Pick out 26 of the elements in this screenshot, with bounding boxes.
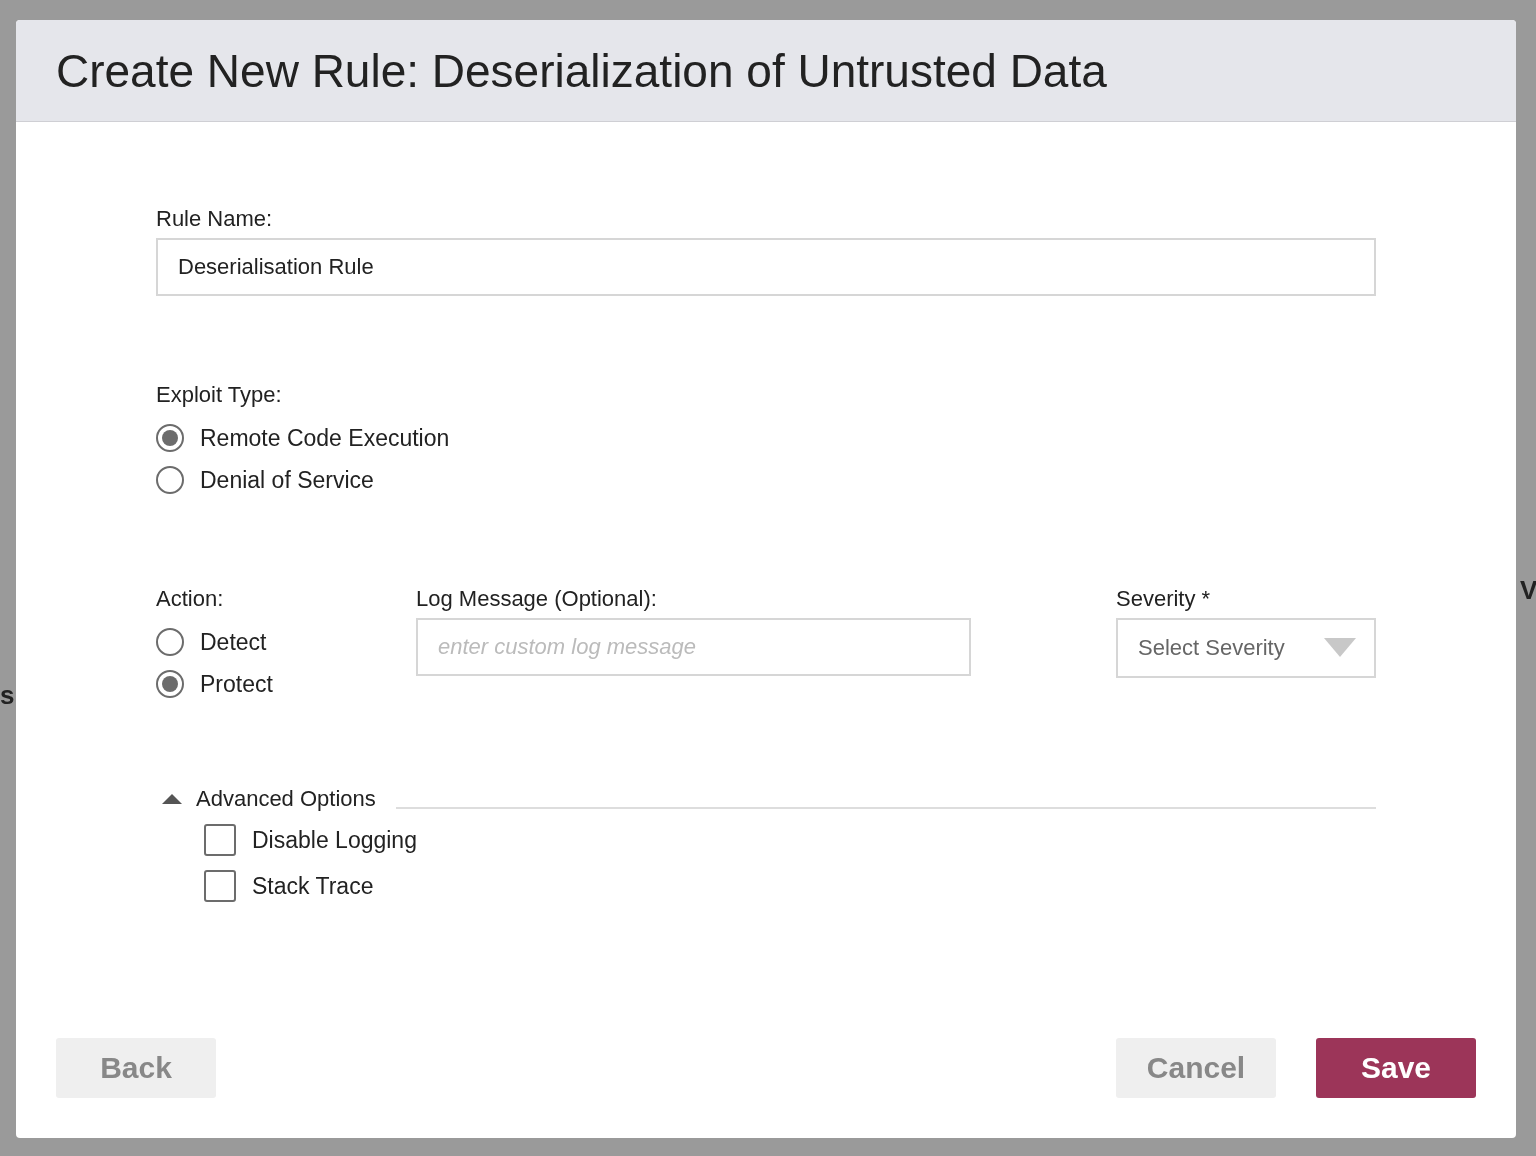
radio-label[interactable]: Denial of Service <box>200 466 374 494</box>
radio-label[interactable]: Detect <box>200 628 267 656</box>
checkbox-label[interactable]: Disable Logging <box>252 826 417 854</box>
radio-button[interactable] <box>156 628 184 656</box>
radio-label[interactable]: Protect <box>200 670 273 698</box>
field-label: Severity * <box>1116 586 1212 612</box>
primary-button[interactable]: Save <box>1316 1038 1476 1098</box>
dropdown-caret-icon <box>1324 638 1356 658</box>
advanced-options-toggle[interactable]: Advanced Options <box>156 786 396 812</box>
checkbox[interactable] <box>204 824 236 856</box>
checkbox[interactable] <box>204 870 236 902</box>
radio-label[interactable]: Remote Code Execution <box>200 424 450 452</box>
dialog-title: Create New Rule: Deserialization of Untrusted Data <box>56 43 1107 98</box>
rule-name-field[interactable]: Deserialisation Rule <box>156 238 1376 296</box>
radio-button[interactable] <box>156 670 184 698</box>
field-label: Action: <box>156 586 225 612</box>
severity-dropdown[interactable]: Select Severity <box>1116 618 1376 678</box>
field-label: Log Message (Optional): <box>416 586 658 612</box>
radio-button[interactable] <box>156 424 184 452</box>
field-label: Exploit Type: <box>156 382 283 408</box>
background-text: s <box>0 680 15 711</box>
caret-icon <box>162 793 182 805</box>
field-label: Rule Name: <box>156 206 274 232</box>
radio-button[interactable] <box>156 466 184 494</box>
checkbox-label[interactable]: Stack Trace <box>252 872 374 900</box>
log-message-field[interactable]: enter custom log message <box>416 618 971 676</box>
